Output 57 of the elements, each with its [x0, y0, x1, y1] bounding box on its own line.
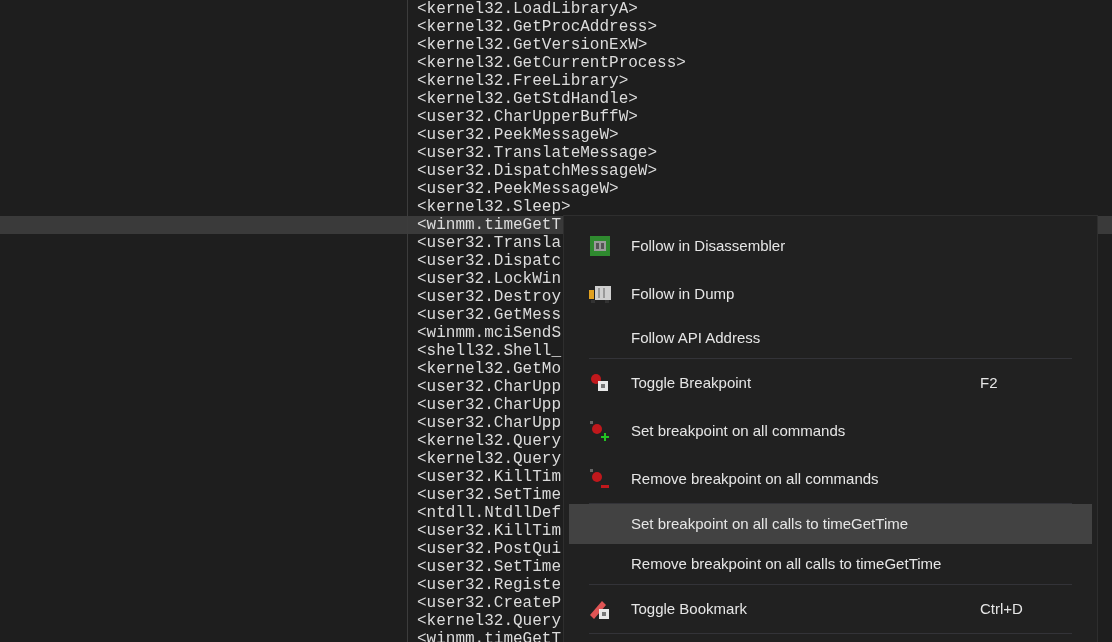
api-call-text: <ntdll.NtdllDef: [416, 504, 562, 522]
breakpoint-icon: [590, 373, 610, 393]
listing-row[interactable]: <user32.DispatchMessageW>: [0, 162, 1112, 180]
api-call-text: <user32.PostQui: [416, 540, 562, 558]
api-call-text: <user32.DispatchMessageW>: [416, 162, 658, 180]
listing-row[interactable]: <kernel32.GetCurrentProcess>: [0, 54, 1112, 72]
listing-row[interactable]: <kernel32.LoadLibraryA>: [0, 0, 1112, 18]
api-call-text: <kernel32.LoadLibraryA>: [416, 0, 638, 18]
menu-item-label: Set breakpoint on all commands: [631, 420, 846, 441]
api-call-text: <user32.PeekMessageW>: [416, 180, 619, 198]
listing-row[interactable]: <user32.PeekMessageW>: [0, 126, 1112, 144]
truck-icon: [588, 284, 612, 304]
api-call-text: <user32.GetMess: [416, 306, 562, 324]
api-call-text: <kernel32.GetCurrentProcess>: [416, 54, 686, 72]
api-call-text: <kernel32.Query: [416, 450, 562, 468]
api-call-text: <user32.CreateP: [416, 594, 562, 612]
menu-item-label: Remove breakpoint on all commands: [631, 468, 879, 489]
listing-row[interactable]: <user32.PeekMessageW>: [0, 180, 1112, 198]
api-call-text: <user32.LockWin: [416, 270, 562, 288]
api-call-text: <user32.KillTim: [416, 522, 562, 540]
api-call-text: <user32.Registe: [416, 576, 562, 594]
api-call-text: <user32.CharUpp: [416, 414, 562, 432]
api-call-text: <kernel32.GetVersionExW>: [416, 36, 648, 54]
api-call-text: <user32.SetTime: [416, 558, 562, 576]
api-call-text: <kernel32.GetMo: [416, 360, 562, 378]
listing-row[interactable]: <user32.CharUpperBuffW>: [0, 108, 1112, 126]
menu-item-label: Toggle Bookmark: [631, 598, 747, 619]
menu-item-label: Set breakpoint on all calls to timeGetTime: [631, 513, 909, 534]
listing-row[interactable]: <kernel32.GetStdHandle>: [0, 90, 1112, 108]
listing-row[interactable]: <kernel32.GetVersionExW>: [0, 36, 1112, 54]
api-call-text: <user32.PeekMessageW>: [416, 126, 619, 144]
chip-icon: [589, 235, 611, 257]
api-call-text: <user32.Dispatc: [416, 252, 562, 270]
api-call-text: <user32.SetTime: [416, 486, 562, 504]
api-call-text: <kernel32.Query: [416, 612, 562, 630]
api-call-text: <user32.Transla: [416, 234, 562, 252]
shortcut-label: Ctrl+D: [980, 598, 1024, 619]
remove-breakpoint-icon: [589, 468, 611, 490]
api-call-text: <winmm.timeGetT: [416, 216, 562, 234]
api-call-text: <user32.KillTim: [416, 468, 562, 486]
api-call-text: <winmm.mciSendS: [416, 324, 562, 342]
api-call-text: <kernel32.Sleep>: [416, 198, 571, 216]
api-call-text: <kernel32.FreeLibrary>: [416, 72, 629, 90]
api-call-text: <user32.CharUpp: [416, 378, 562, 396]
api-call-text: <kernel32.GetStdHandle>: [416, 90, 638, 108]
api-call-text: <shell32.Shell_: [416, 342, 562, 360]
api-call-text: <user32.Destroy: [416, 288, 562, 306]
api-call-text: <user32.CharUpp: [416, 396, 562, 414]
api-call-text: <kernel32.GetProcAddress>: [416, 18, 658, 36]
api-call-text: <user32.TranslateMessage>: [416, 144, 658, 162]
api-call-text: <user32.CharUpperBuffW>: [416, 108, 638, 126]
listing-row[interactable]: <kernel32.FreeLibrary>: [0, 72, 1112, 90]
listing-row[interactable]: <kernel32.GetProcAddress>: [0, 18, 1112, 36]
listing-row[interactable]: <user32.TranslateMessage>: [0, 144, 1112, 162]
menu-item[interactable]: Set breakpoint on all calls to timeGetTime: [569, 504, 1092, 544]
api-call-text: <kernel32.Query: [416, 432, 562, 450]
add-breakpoint-icon: [589, 420, 611, 442]
